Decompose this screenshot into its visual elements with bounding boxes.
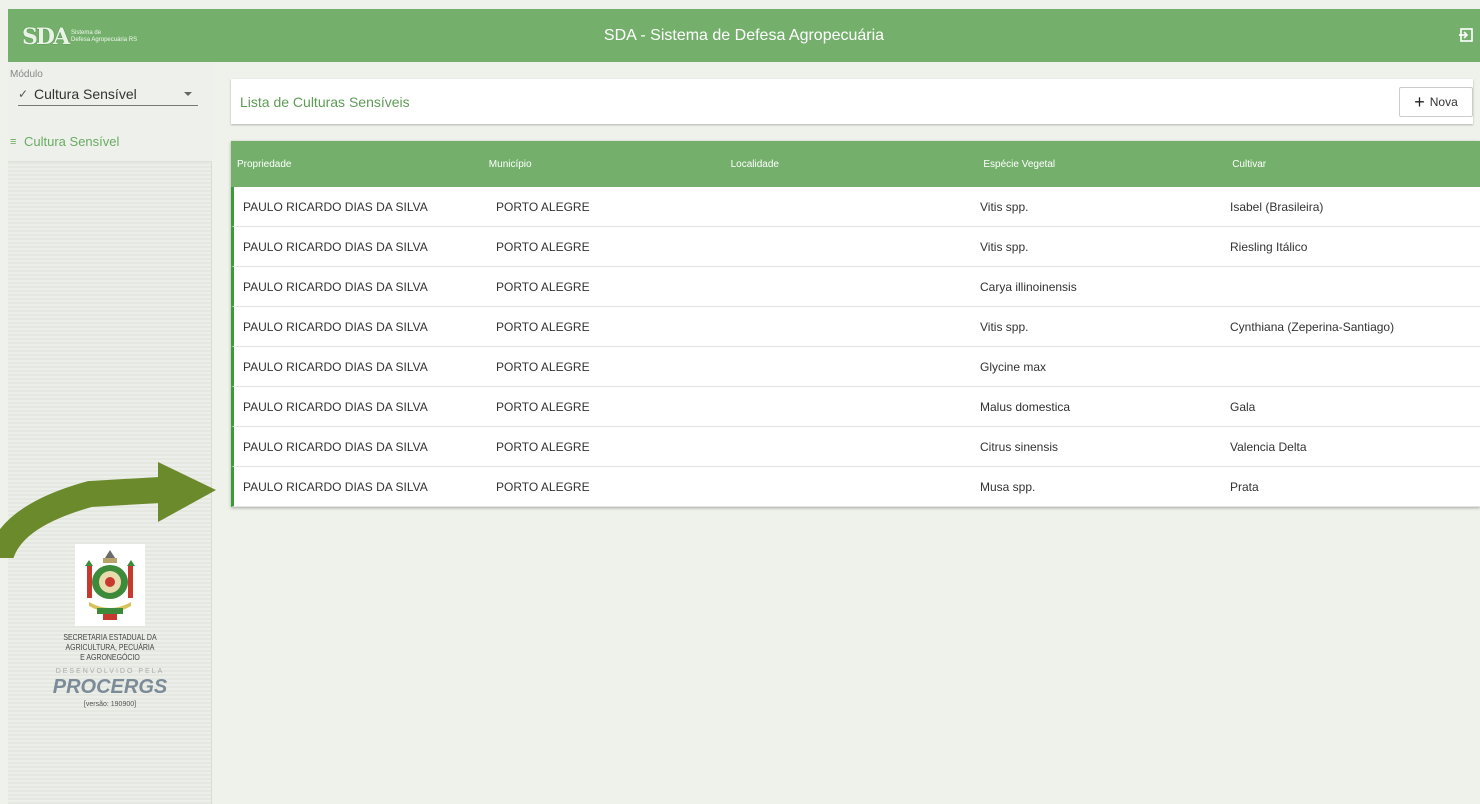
new-button[interactable]: + Nova: [1399, 86, 1473, 117]
cell-propriedade: PAULO RICARDO DIAS DA SILVA: [243, 319, 428, 334]
sda-logo[interactable]: SDA Sistema de Defesa Agropecuária RS: [22, 24, 137, 50]
procergs-logo: PROCERGS: [52, 676, 168, 698]
table-row[interactable]: PAULO RICARDO DIAS DA SILVA PORTO ALEGRE…: [231, 387, 1480, 427]
column-header-especie[interactable]: Espécie Vegetal: [980, 159, 1230, 170]
app-title: SDA - Sistema de Defesa Agropecuária: [603, 26, 885, 44]
cell-municipio: PORTO ALEGRE: [496, 239, 590, 254]
sidebar-item-label: Cultura Sensível: [24, 134, 120, 149]
secretaria-text: SECRETARIA ESTADUAL DA AGRICULTURA, PECU…: [46, 632, 174, 662]
cell-municipio: PORTO ALEGRE: [496, 199, 590, 214]
new-button-label: Nova: [1429, 94, 1458, 109]
column-header-municipio[interactable]: Município: [481, 159, 731, 170]
arrow-annotation: [0, 462, 216, 558]
logo-mark: SDA: [22, 24, 70, 50]
cell-propriedade: PAULO RICARDO DIAS DA SILVA: [243, 359, 428, 374]
plus-icon: +: [1414, 91, 1425, 112]
cell-cultivar: Cynthiana (Zeperina-Santiago): [1230, 319, 1395, 334]
cell-municipio: PORTO ALEGRE: [496, 279, 590, 294]
table-row[interactable]: PAULO RICARDO DIAS DA SILVA PORTO ALEGRE…: [231, 227, 1480, 267]
footer-logos: SECRETARIA ESTADUAL DA AGRICULTURA, PECU…: [32, 544, 188, 708]
logout-icon[interactable]: [1458, 27, 1474, 43]
cultures-table: Propriedade Município Localidade Espécie…: [231, 141, 1480, 507]
list-header-card: Lista de Culturas Sensíveis + Nova: [231, 79, 1473, 124]
cell-cultivar: Prata: [1230, 479, 1259, 494]
table-row[interactable]: PAULO RICARDO DIAS DA SILVA PORTO ALEGRE…: [231, 467, 1480, 507]
cell-propriedade: PAULO RICARDO DIAS DA SILVA: [243, 239, 428, 254]
cell-especie: Vitis spp.: [980, 199, 1029, 214]
module-box: Módulo ✓ Cultura Sensível: [8, 62, 212, 122]
cell-especie: Musa spp.: [980, 479, 1036, 494]
module-label: Módulo: [10, 69, 43, 80]
check-icon: ✓: [18, 86, 29, 101]
desenvolvido-text: DESENVOLVIDO PELA: [55, 668, 165, 675]
secretaria-line1: SECRETARIA ESTADUAL DA: [63, 632, 157, 642]
cell-cultivar: Isabel (Brasileira): [1230, 199, 1324, 214]
cell-propriedade: PAULO RICARDO DIAS DA SILVA: [243, 399, 428, 414]
cell-especie: Vitis spp.: [980, 319, 1029, 334]
cell-propriedade: PAULO RICARDO DIAS DA SILVA: [243, 279, 428, 294]
page-title: Lista de Culturas Sensíveis: [240, 93, 410, 110]
cell-especie: Citrus sinensis: [980, 439, 1059, 454]
sidebar-item-cultura-sensivel[interactable]: ≡ Cultura Sensível: [8, 122, 212, 162]
secretaria-line3: E AGRONEGÓCIO: [80, 652, 140, 662]
cell-cultivar: Valencia Delta: [1230, 439, 1307, 454]
cell-municipio: PORTO ALEGRE: [496, 479, 590, 494]
sidebar: Módulo ✓ Cultura Sensível ≡ Cultura Sens…: [8, 62, 212, 804]
module-select[interactable]: ✓ Cultura Sensível: [18, 82, 198, 106]
secretaria-line2: AGRICULTURA, PECUÁRIA: [65, 642, 155, 652]
cell-cultivar: Gala: [1230, 399, 1256, 414]
cell-municipio: PORTO ALEGRE: [496, 359, 590, 374]
cell-propriedade: PAULO RICARDO DIAS DA SILVA: [243, 479, 428, 494]
cell-propriedade: PAULO RICARDO DIAS DA SILVA: [243, 439, 428, 454]
version-text: [versão: 190900]: [83, 701, 137, 708]
column-header-localidade[interactable]: Localidade: [731, 159, 981, 170]
logo-line1: Sistema de: [71, 30, 102, 36]
cell-especie: Malus domestica: [980, 399, 1071, 414]
cell-municipio: PORTO ALEGRE: [496, 319, 590, 334]
column-header-cultivar[interactable]: Cultivar: [1230, 159, 1480, 170]
module-value: Cultura Sensível: [34, 85, 137, 102]
cell-especie: Glycine max: [980, 359, 1047, 374]
table-body: PAULO RICARDO DIAS DA SILVA PORTO ALEGRE…: [231, 187, 1480, 507]
cell-municipio: PORTO ALEGRE: [496, 399, 590, 414]
cell-especie: Vitis spp.: [980, 239, 1029, 254]
logo-line2: Defesa Agropecuária RS: [71, 37, 138, 43]
chevron-down-icon: [184, 91, 192, 96]
table-row[interactable]: PAULO RICARDO DIAS DA SILVA PORTO ALEGRE…: [231, 427, 1480, 467]
cell-municipio: PORTO ALEGRE: [496, 439, 590, 454]
table-row[interactable]: PAULO RICARDO DIAS DA SILVA PORTO ALEGRE…: [231, 267, 1480, 307]
table-row[interactable]: PAULO RICARDO DIAS DA SILVA PORTO ALEGRE…: [231, 347, 1480, 387]
table-row[interactable]: PAULO RICARDO DIAS DA SILVA PORTO ALEGRE…: [231, 307, 1480, 347]
table-header: Propriedade Município Localidade Espécie…: [231, 141, 1480, 187]
cell-propriedade: PAULO RICARDO DIAS DA SILVA: [243, 199, 428, 214]
table-row[interactable]: PAULO RICARDO DIAS DA SILVA PORTO ALEGRE…: [231, 187, 1480, 227]
column-header-propriedade[interactable]: Propriedade: [231, 159, 481, 170]
cell-especie: Carya illinoinensis: [980, 279, 1077, 294]
logo-text: Sistema de Defesa Agropecuária RS: [71, 30, 137, 44]
top-bar: SDA Sistema de Defesa Agropecuária RS SD…: [8, 9, 1480, 62]
menu-icon: ≡: [10, 135, 17, 148]
cell-cultivar: Riesling Itálico: [1230, 239, 1308, 254]
